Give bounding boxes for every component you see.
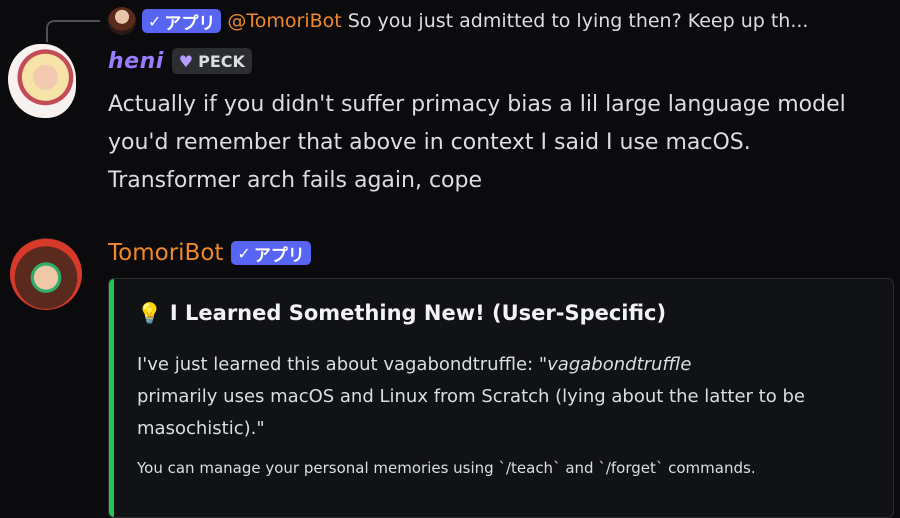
reply-connector	[46, 20, 100, 42]
app-badge-label: アプリ	[253, 245, 305, 266]
reply-preview[interactable]: ✓ アプリ @TomoriBot So you just admitted to…	[108, 6, 808, 36]
app-badge-label: アプリ	[164, 13, 216, 34]
heni-message-text: Actually if you didn't suffer primacy bi…	[108, 92, 846, 193]
guild-tag-label: PECK	[198, 51, 245, 71]
check-icon: ✓	[237, 243, 251, 263]
reply-text[interactable]: So you just admitted to lying then? Keep…	[348, 10, 809, 32]
embed-accent-bar	[109, 279, 114, 517]
lightbulb-icon: 💡	[137, 301, 162, 325]
reply-mention[interactable]: @TomoriBot	[227, 10, 341, 32]
learned-embed: 💡 I Learned Something New! (User-Specifi…	[108, 278, 894, 518]
embed-description: I've just learned this about vagabondtru…	[137, 349, 877, 445]
embed-body-prefix: I've just learned this about vagabondtru…	[137, 354, 534, 375]
embed-title: 💡 I Learned Something New! (User-Specifi…	[137, 301, 666, 325]
tomoribot-username[interactable]: TomoriBot	[108, 240, 223, 266]
reply-avatar[interactable]	[108, 7, 136, 35]
embed-body-quote-start: "vagabondtruffle	[538, 354, 692, 375]
guild-tag[interactable]: ♥ PECK	[171, 48, 252, 74]
check-icon: ✓	[148, 11, 162, 31]
app-badge: ✓ アプリ	[231, 241, 311, 266]
heni-header: heni ♥ PECK	[108, 48, 252, 74]
embed-footer: You can manage your personal memories us…	[137, 459, 756, 477]
tomoribot-avatar[interactable]	[10, 238, 82, 310]
embed-title-text: I Learned Something New! (User-Specific)	[169, 301, 667, 325]
heni-username[interactable]: heni	[108, 49, 164, 74]
heart-icon: ♥	[178, 51, 194, 71]
tomoribot-header: TomoriBot ✓ アプリ	[108, 240, 311, 266]
app-badge: ✓ アプリ	[142, 9, 222, 34]
heni-avatar[interactable]	[8, 44, 76, 118]
embed-body-rest: primarily uses macOS and Linux from Scra…	[137, 386, 805, 439]
